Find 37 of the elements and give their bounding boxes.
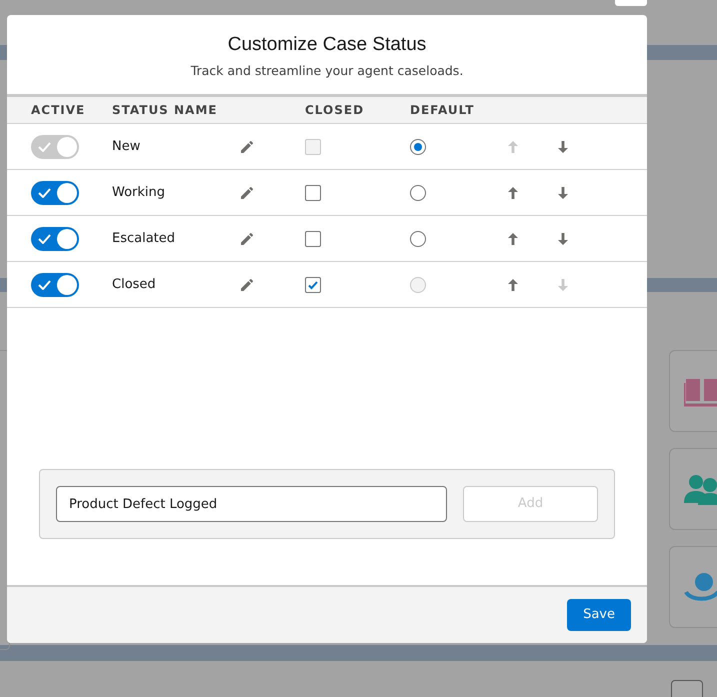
toggle-switch[interactable] xyxy=(31,226,79,250)
status-name: Closed xyxy=(112,276,156,292)
default-radio[interactable] xyxy=(410,230,426,246)
move-down-icon[interactable] xyxy=(557,186,569,200)
person-icon xyxy=(684,570,717,604)
status-name: Escalated xyxy=(112,230,176,246)
move-down-icon[interactable] xyxy=(557,232,569,246)
column-header: STATUS NAME xyxy=(112,103,218,117)
check-icon xyxy=(38,278,51,290)
column-header: ACTIVE xyxy=(31,103,86,117)
edit-icon[interactable] xyxy=(240,140,254,154)
modal-title: Customize Case Status xyxy=(226,33,428,57)
edit-icon[interactable] xyxy=(240,278,254,292)
move-up-icon[interactable] xyxy=(507,278,519,292)
toggle-switch[interactable] xyxy=(31,272,79,296)
toggle-switch[interactable] xyxy=(31,180,79,204)
check-icon xyxy=(38,186,51,198)
move-up-icon[interactable] xyxy=(507,232,519,246)
move-down-icon[interactable] xyxy=(557,140,569,154)
edit-icon[interactable] xyxy=(240,186,254,200)
status-name: Working xyxy=(112,184,166,200)
edit-icon[interactable] xyxy=(240,232,254,246)
status-input-field[interactable]: Product Defect Logged xyxy=(56,486,447,522)
status-name: New xyxy=(112,138,140,154)
people-icon xyxy=(684,473,717,505)
default-radio[interactable] xyxy=(410,138,426,154)
closed-checkbox[interactable] xyxy=(305,276,321,292)
closed-checkbox[interactable] xyxy=(305,230,321,246)
column-header: DEFAULT xyxy=(410,103,474,117)
check-icon xyxy=(38,140,51,152)
default-radio[interactable] xyxy=(410,184,426,200)
check-icon xyxy=(38,232,51,244)
modal-subtitle: Track and streamline your agent caseloads. xyxy=(190,62,464,80)
save-button[interactable]: Save xyxy=(567,599,631,631)
closed-checkbox[interactable] xyxy=(305,184,321,200)
column-header: CLOSED xyxy=(305,103,364,117)
move-up-icon[interactable] xyxy=(507,186,519,200)
